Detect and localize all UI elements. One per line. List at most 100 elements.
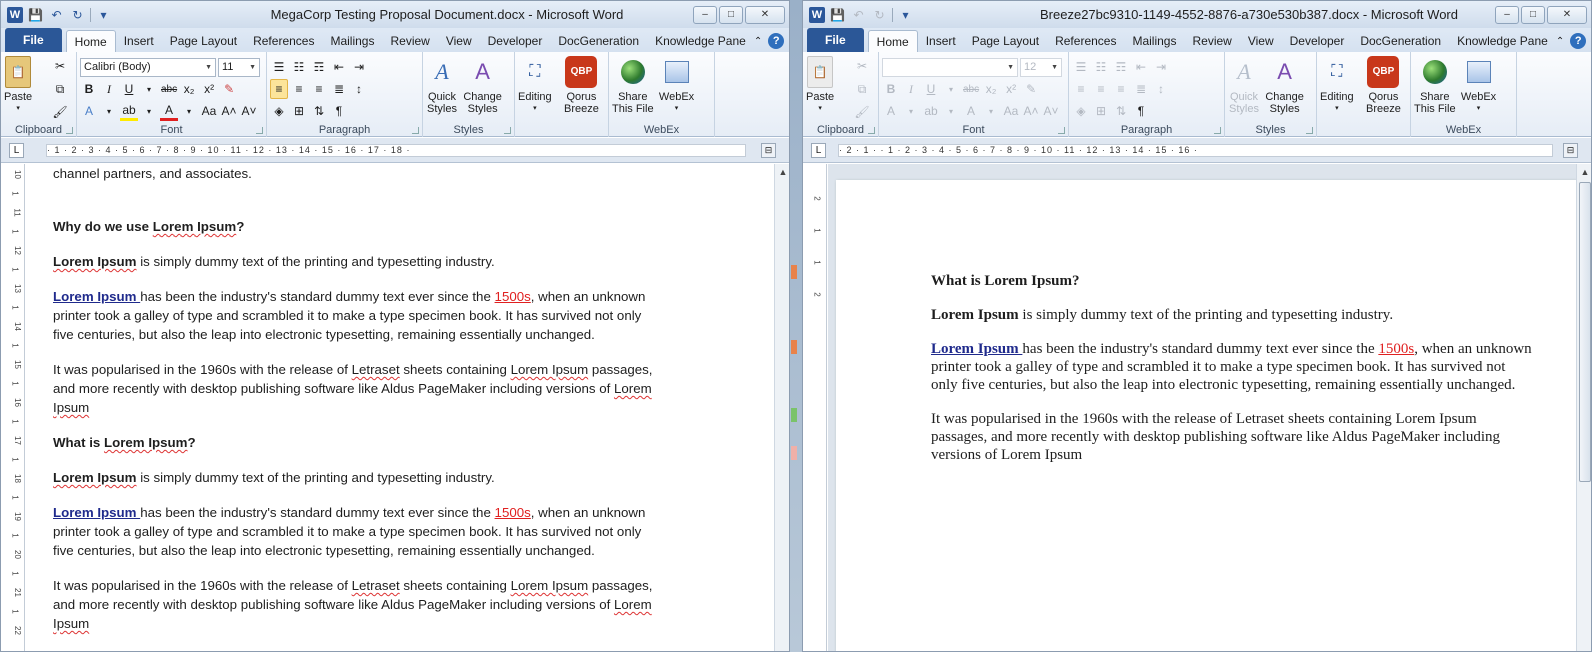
tab-insert[interactable]: Insert <box>918 30 964 52</box>
editing-button[interactable]: ⛶ Editing ▾ <box>518 56 552 115</box>
line-spacing-icon[interactable]: ↕ <box>1152 79 1170 99</box>
justify-icon[interactable]: ≣ <box>1132 79 1150 99</box>
document-area[interactable]: channel partners, and associates. Why do… <box>26 164 774 651</box>
grow-font-icon[interactable]: A˄ <box>220 101 238 121</box>
font-size-combo[interactable]: 11 ▼ <box>218 57 260 77</box>
tab-view[interactable]: View <box>1240 30 1282 52</box>
format-painter-icon[interactable]: 🖌 <box>51 102 69 122</box>
dialog-launcher-icon[interactable] <box>256 127 263 134</box>
document-page[interactable]: What is Lorem Ipsum? Lorem Ipsum is simp… <box>836 180 1576 651</box>
multilevel-list-icon[interactable]: ☶ <box>1112 57 1130 77</box>
tab-insert[interactable]: Insert <box>116 30 162 52</box>
subscript-icon[interactable]: x₂ <box>180 79 198 99</box>
highlight-icon[interactable]: ab <box>922 101 940 121</box>
qorus-breeze-button[interactable]: QBP Qorus Breeze <box>564 56 599 115</box>
change-styles-button[interactable]: A Change Styles <box>463 56 502 116</box>
tab-home[interactable]: Home <box>867 30 918 52</box>
show-marks-icon[interactable]: ¶ <box>330 101 348 121</box>
paste-button[interactable]: 📋 Paste ▾ <box>806 56 834 115</box>
cut-icon[interactable]: ✂ <box>51 56 69 76</box>
sort-icon[interactable]: ⇅ <box>310 101 328 121</box>
font-color-icon[interactable]: A <box>160 101 178 121</box>
italic-icon[interactable]: I <box>902 79 920 99</box>
line-spacing-icon[interactable]: ↕ <box>350 79 368 99</box>
customize-qat-icon[interactable]: ▾ <box>897 6 914 23</box>
bullets-icon[interactable]: ☰ <box>1072 57 1090 77</box>
vertical-scrollbar[interactable]: ▲ <box>1576 164 1591 651</box>
tab-docgeneration[interactable]: DocGeneration <box>550 30 647 52</box>
align-center-icon[interactable]: ≡ <box>290 79 308 99</box>
tab-selector-icon[interactable]: L <box>9 143 24 158</box>
clear-format-icon[interactable]: ✎ <box>220 79 238 99</box>
undo-icon[interactable]: ↶ <box>850 6 867 23</box>
vertical-scrollbar[interactable]: ▲ <box>774 164 789 651</box>
redo-icon[interactable]: ↻ <box>871 6 888 23</box>
align-right-icon[interactable]: ≡ <box>1112 79 1130 99</box>
minimize-ribbon-icon[interactable]: ⌃ <box>1556 36 1564 47</box>
qorus-breeze-button[interactable]: QBP Qorus Breeze <box>1366 56 1401 115</box>
webex-button[interactable]: WebEx ▾ <box>1461 56 1496 115</box>
paste-button[interactable]: 📋 Paste ▾ <box>4 56 32 115</box>
align-left-icon[interactable]: ≡ <box>270 79 288 99</box>
minimize-ribbon-icon[interactable]: ⌃ <box>754 36 762 47</box>
tab-mailings[interactable]: Mailings <box>1124 30 1184 52</box>
numbering-icon[interactable]: ☷ <box>290 57 308 77</box>
help-icon[interactable]: ? <box>768 33 785 49</box>
tab-review[interactable]: Review <box>1184 30 1239 52</box>
copy-icon[interactable]: ⧉ <box>51 79 69 99</box>
shading-icon[interactable]: ◈ <box>1072 101 1090 121</box>
ruler-scale[interactable]: · 1 · 2 · 3 · 4 · 5 · 6 · 7 · 8 · 9 · 10… <box>46 144 746 157</box>
format-painter-icon[interactable]: 🖌 <box>853 102 871 122</box>
borders-icon[interactable]: ⊞ <box>1092 101 1110 121</box>
align-right-icon[interactable]: ≡ <box>310 79 328 99</box>
dialog-launcher-icon[interactable] <box>1306 127 1313 134</box>
save-icon[interactable]: 💾 <box>27 6 44 23</box>
subscript-icon[interactable]: x₂ <box>982 79 1000 99</box>
bold-icon[interactable]: B <box>882 79 900 99</box>
show-marks-icon[interactable]: ¶ <box>1132 101 1150 121</box>
view-ruler-icon[interactable]: ⊟ <box>1563 143 1578 158</box>
tab-home[interactable]: Home <box>65 30 116 52</box>
tab-view[interactable]: View <box>438 30 480 52</box>
close-button[interactable]: ✕ <box>1547 5 1587 24</box>
share-this-file-button[interactable]: Share This File <box>1414 56 1456 115</box>
tab-references[interactable]: References <box>245 30 322 52</box>
dialog-launcher-icon[interactable] <box>1058 127 1065 134</box>
underline-icon[interactable]: U <box>922 79 940 99</box>
font-name-combo[interactable]: Calibri (Body) ▼ <box>80 57 216 77</box>
font-color-icon[interactable]: A <box>962 101 980 121</box>
close-button[interactable]: ✕ <box>745 5 785 24</box>
align-center-icon[interactable]: ≡ <box>1092 79 1110 99</box>
quick-styles-button[interactable]: A Quick Styles <box>1228 56 1260 116</box>
text-effects-icon[interactable]: A <box>80 101 98 121</box>
tab-review[interactable]: Review <box>382 30 437 52</box>
lorem-ipsum-link[interactable]: Lorem Ipsum <box>53 289 140 304</box>
word-app-icon[interactable]: W <box>7 6 23 23</box>
tab-file[interactable]: File <box>5 28 62 52</box>
multilevel-list-icon[interactable]: ☶ <box>310 57 328 77</box>
document-body[interactable]: channel partners, and associates. Why do… <box>53 164 663 649</box>
1500s-link[interactable]: 1500s <box>1378 341 1414 357</box>
dialog-launcher-icon[interactable] <box>1214 127 1221 134</box>
increase-indent-icon[interactable]: ⇥ <box>1152 57 1170 77</box>
undo-icon[interactable]: ↶ <box>48 6 65 23</box>
document-area[interactable]: What is Lorem Ipsum? Lorem Ipsum is simp… <box>828 164 1576 651</box>
dialog-launcher-icon[interactable] <box>868 127 875 134</box>
tab-page-layout[interactable]: Page Layout <box>964 30 1047 52</box>
minimize-button[interactable]: – <box>693 5 717 24</box>
change-case-icon[interactable]: Aa <box>1002 101 1020 121</box>
scroll-up-icon[interactable]: ▲ <box>775 164 789 180</box>
tab-docgeneration[interactable]: DocGeneration <box>1352 30 1449 52</box>
tab-selector-icon[interactable]: L <box>811 143 826 158</box>
tab-developer[interactable]: Developer <box>1282 30 1353 52</box>
dialog-launcher-icon[interactable] <box>504 127 511 134</box>
maximize-button[interactable]: □ <box>719 5 743 24</box>
1500s-link[interactable]: 1500s <box>495 289 531 304</box>
redo-icon[interactable]: ↻ <box>69 6 86 23</box>
highlight-icon[interactable]: ab <box>120 101 138 121</box>
bullets-icon[interactable]: ☰ <box>270 57 288 77</box>
customize-qat-icon[interactable]: ▾ <box>95 6 112 23</box>
change-styles-button[interactable]: A Change Styles <box>1265 56 1304 116</box>
text-effects-icon[interactable]: A <box>882 101 900 121</box>
shrink-font-icon[interactable]: A˅ <box>1042 101 1060 121</box>
